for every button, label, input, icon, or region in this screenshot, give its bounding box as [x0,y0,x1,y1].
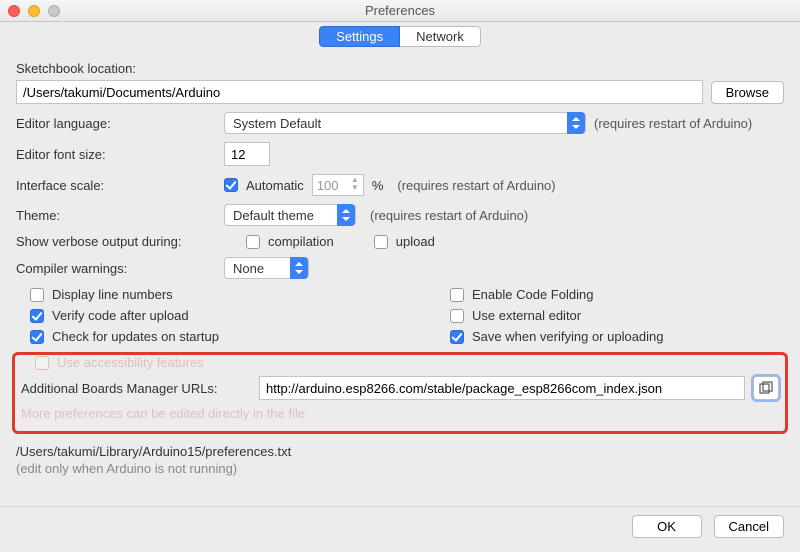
theme-value: Default theme [233,208,314,223]
check-updates-checkbox[interactable] [30,330,44,344]
row-accessibility: Use accessibility features [21,355,779,370]
sketchbook-path-input[interactable] [16,80,703,104]
cancel-button[interactable]: Cancel [714,515,784,538]
row-verify-after-upload: Verify code after upload [30,308,410,323]
save-verify-upload-checkbox[interactable] [450,330,464,344]
save-verify-upload-label: Save when verifying or uploading [472,329,664,344]
options-columns: Display line numbers Verify code after u… [16,287,784,350]
boards-urls-expand-button[interactable] [753,376,779,400]
row-check-updates: Check for updates on startup [30,329,410,344]
verbose-compilation-checkbox[interactable] [246,235,260,249]
window-title: Preferences [365,3,435,18]
external-editor-label: Use external editor [472,308,581,323]
warnings-value: None [233,261,264,276]
row-external-editor: Use external editor [450,308,800,323]
verbose-label: Show verbose output during: [16,234,238,249]
row-fontsize: Editor font size: [16,142,784,166]
tab-network[interactable]: Network [400,26,481,47]
row-scale: Interface scale: Automatic 100 ▲ ▼ % (re… [16,174,784,196]
boards-urls-label: Additional Boards Manager URLs: [21,381,251,396]
close-icon[interactable] [8,5,20,17]
ok-button[interactable]: OK [632,515,702,538]
segmented-control: Settings Network [319,26,481,47]
scale-value-spinner[interactable]: 100 ▲ ▼ [312,174,364,196]
scale-label: Interface scale: [16,178,216,193]
warnings-label: Compiler warnings: [16,261,216,276]
verify-after-upload-checkbox[interactable] [30,309,44,323]
fontsize-label: Editor font size: [16,147,216,162]
tab-bar: Settings Network [0,22,800,51]
scale-auto-label: Automatic [246,178,304,193]
highlighted-section: Use accessibility features Additional Bo… [12,352,788,434]
chevron-updown-icon [337,204,355,226]
tab-settings[interactable]: Settings [319,26,400,47]
preferences-window: Settings Network Sketchbook location: Br… [0,22,800,552]
window-icon [759,381,773,395]
check-updates-label: Check for updates on startup [52,329,219,344]
verify-after-upload-label: Verify code after upload [52,308,189,323]
preferences-body: Sketchbook location: Browse Editor langu… [0,51,800,506]
row-sketchbook-label: Sketchbook location: [16,61,784,76]
scale-value: 100 [317,178,339,193]
boards-urls-input[interactable] [259,376,745,400]
row-language: Editor language: System Default (require… [16,112,784,134]
browse-button[interactable]: Browse [711,81,784,104]
language-dropdown[interactable]: System Default [224,112,586,134]
verbose-compilation-label: compilation [268,234,334,249]
options-col-left: Display line numbers Verify code after u… [30,287,410,350]
fontsize-input[interactable] [224,142,270,166]
row-sketchbook-path: Browse [16,80,784,104]
row-warnings: Compiler warnings: None [16,257,784,279]
zoom-icon[interactable] [48,5,60,17]
scale-auto-checkbox[interactable] [224,178,238,192]
display-line-numbers-label: Display line numbers [52,287,173,302]
minimize-icon[interactable] [28,5,40,17]
language-value: System Default [233,116,321,131]
options-col-right: Enable Code Folding Use external editor … [450,287,800,350]
dialog-footer: OK Cancel [0,506,800,552]
enable-folding-checkbox[interactable] [450,288,464,302]
scale-percent: % [372,178,384,193]
theme-dropdown[interactable]: Default theme [224,204,356,226]
verbose-upload-label: upload [396,234,435,249]
window-controls [8,5,60,17]
titlebar: Preferences [0,0,800,22]
theme-label: Theme: [16,208,216,223]
prefs-file-hint: (edit only when Arduino is not running) [16,461,784,476]
chevron-updown-icon [290,257,308,279]
row-display-line-numbers: Display line numbers [30,287,410,302]
accessibility-checkbox[interactable] [35,356,49,370]
prefs-file-path: /Users/takumi/Library/Arduino15/preferen… [16,444,784,459]
sketchbook-label: Sketchbook location: [16,61,136,76]
row-verbose: Show verbose output during: compilation … [16,234,784,249]
verbose-upload-checkbox[interactable] [374,235,388,249]
theme-hint: (requires restart of Arduino) [370,208,528,223]
chevron-down-icon[interactable]: ▼ [351,185,359,193]
chevron-updown-icon [567,112,585,134]
display-line-numbers-checkbox[interactable] [30,288,44,302]
enable-folding-label: Enable Code Folding [472,287,593,302]
row-save-verify-upload: Save when verifying or uploading [450,329,800,344]
warnings-dropdown[interactable]: None [224,257,309,279]
row-enable-folding: Enable Code Folding [450,287,800,302]
more-prefs-hint: More preferences can be edited directly … [21,406,779,421]
spinner-arrows: ▲ ▼ [351,177,359,193]
row-boards-urls: Additional Boards Manager URLs: [21,376,779,400]
accessibility-label: Use accessibility features [57,355,204,370]
external-editor-checkbox[interactable] [450,309,464,323]
row-theme: Theme: Default theme (requires restart o… [16,204,784,226]
language-label: Editor language: [16,116,216,131]
scale-hint: (requires restart of Arduino) [397,178,555,193]
language-hint: (requires restart of Arduino) [594,116,752,131]
